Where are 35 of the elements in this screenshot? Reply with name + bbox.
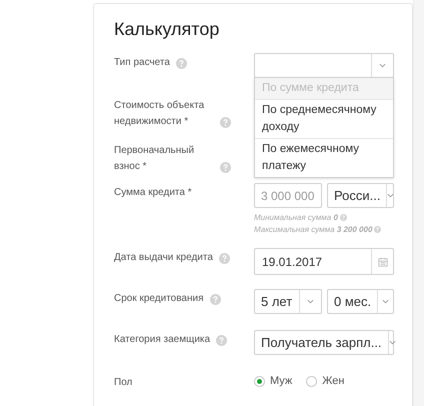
help-icon[interactable] bbox=[340, 214, 347, 221]
help-icon[interactable] bbox=[220, 162, 231, 173]
help-icon[interactable] bbox=[216, 335, 228, 346]
chevron-down-icon bbox=[307, 299, 314, 304]
help-icon[interactable] bbox=[218, 253, 230, 264]
dropdown-option[interactable]: По среднемесячному доходу bbox=[255, 99, 393, 138]
field-label: Категория заемщика bbox=[114, 333, 210, 347]
field-label: Тип расчета bbox=[114, 56, 170, 70]
field-label: Сумма кредита * bbox=[114, 186, 192, 200]
help-icon[interactable] bbox=[220, 117, 231, 128]
dropdown-option[interactable]: По ежемесячному платежу bbox=[255, 138, 393, 177]
hint-text: Минимальная сумма 0 bbox=[254, 212, 338, 223]
field-label: Срок кредитования bbox=[114, 292, 204, 306]
field-label: Стоимость объекта недвижимости * bbox=[114, 99, 206, 129]
years-select[interactable]: 5 лет bbox=[254, 289, 322, 314]
gender-radio[interactable]: Муж bbox=[254, 372, 292, 390]
chevron-down-icon bbox=[379, 63, 386, 68]
help-icon[interactable] bbox=[374, 226, 382, 233]
months-select[interactable]: 0 мес. bbox=[327, 289, 394, 314]
date-field[interactable]: 19.01.2017 bbox=[254, 248, 394, 275]
hint-text: Максимальная сумма 3 200 000 bbox=[254, 224, 372, 235]
calendar-icon[interactable] bbox=[378, 256, 388, 266]
select-field[interactable]: Получатель зарпл... bbox=[254, 330, 394, 355]
select-field[interactable] bbox=[254, 53, 394, 78]
field-label: Пол bbox=[114, 376, 132, 390]
field-label: Первоначальный взнос * bbox=[114, 144, 196, 174]
chevron-down-icon bbox=[382, 299, 390, 304]
help-icon[interactable] bbox=[176, 58, 187, 69]
card-title: Калькулятор bbox=[114, 18, 220, 40]
chevron-down-icon bbox=[387, 193, 394, 198]
field-label: Дата выдачи кредита bbox=[114, 251, 213, 265]
chevron-down-icon bbox=[388, 340, 396, 345]
gender-radio[interactable]: Жен bbox=[306, 372, 344, 390]
help-icon[interactable] bbox=[210, 294, 221, 305]
currency-select[interactable]: Росси... bbox=[327, 183, 394, 208]
